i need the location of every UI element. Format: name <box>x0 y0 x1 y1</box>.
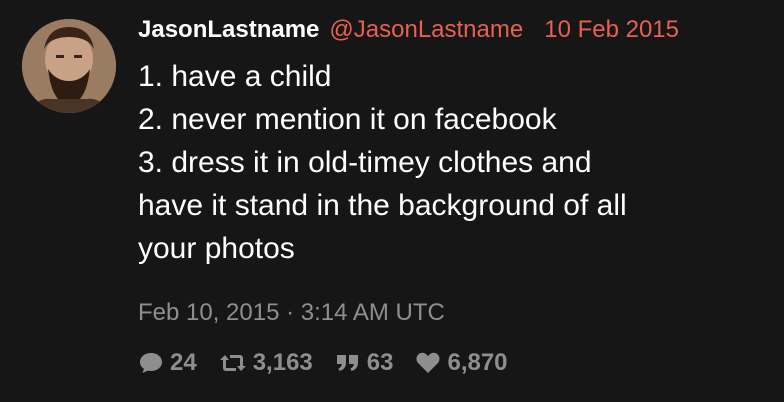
tweet-line: 3. dress it in old-timey clothes and <box>138 146 592 179</box>
reply-count: 24 <box>170 349 197 376</box>
retweet-count: 3,163 <box>252 349 313 376</box>
tweet-line: have it stand in the background of all <box>138 189 627 222</box>
heart-icon <box>415 351 441 375</box>
quote-stat[interactable]: 63 <box>335 349 394 377</box>
retweet-stat[interactable]: 3,163 <box>219 349 313 377</box>
tweet-content: 1. have a child 2. never mention it on f… <box>138 55 758 270</box>
tweet-header: JasonLastname @JasonLastname 10 Feb 2015 <box>138 16 679 46</box>
tweet-line: 2. never mention it on facebook <box>138 103 557 136</box>
quote-count: 63 <box>366 349 394 376</box>
tweet-stats: 24 3,163 63 6,870 <box>138 347 530 379</box>
like-count: 6,870 <box>447 349 508 376</box>
post-date[interactable]: 10 Feb 2015 <box>544 16 679 44</box>
tweet-timestamp[interactable]: Feb 10, 2015 · 3:14 AM UTC <box>138 299 445 327</box>
username[interactable]: @JasonLastname <box>329 16 523 44</box>
reply-stat[interactable]: 24 <box>138 349 197 377</box>
display-name[interactable]: JasonLastname <box>138 16 319 44</box>
comment-icon <box>138 351 164 375</box>
tweet-line: 1. have a child <box>138 60 332 93</box>
avatar-photo-icon <box>22 19 116 113</box>
tweet-card: JasonLastname @JasonLastname 10 Feb 2015… <box>0 0 784 402</box>
quote-icon <box>335 351 361 375</box>
tweet-line: your photos <box>138 232 295 265</box>
avatar[interactable] <box>22 19 116 113</box>
like-stat[interactable]: 6,870 <box>415 349 508 377</box>
retweet-icon <box>219 351 247 375</box>
